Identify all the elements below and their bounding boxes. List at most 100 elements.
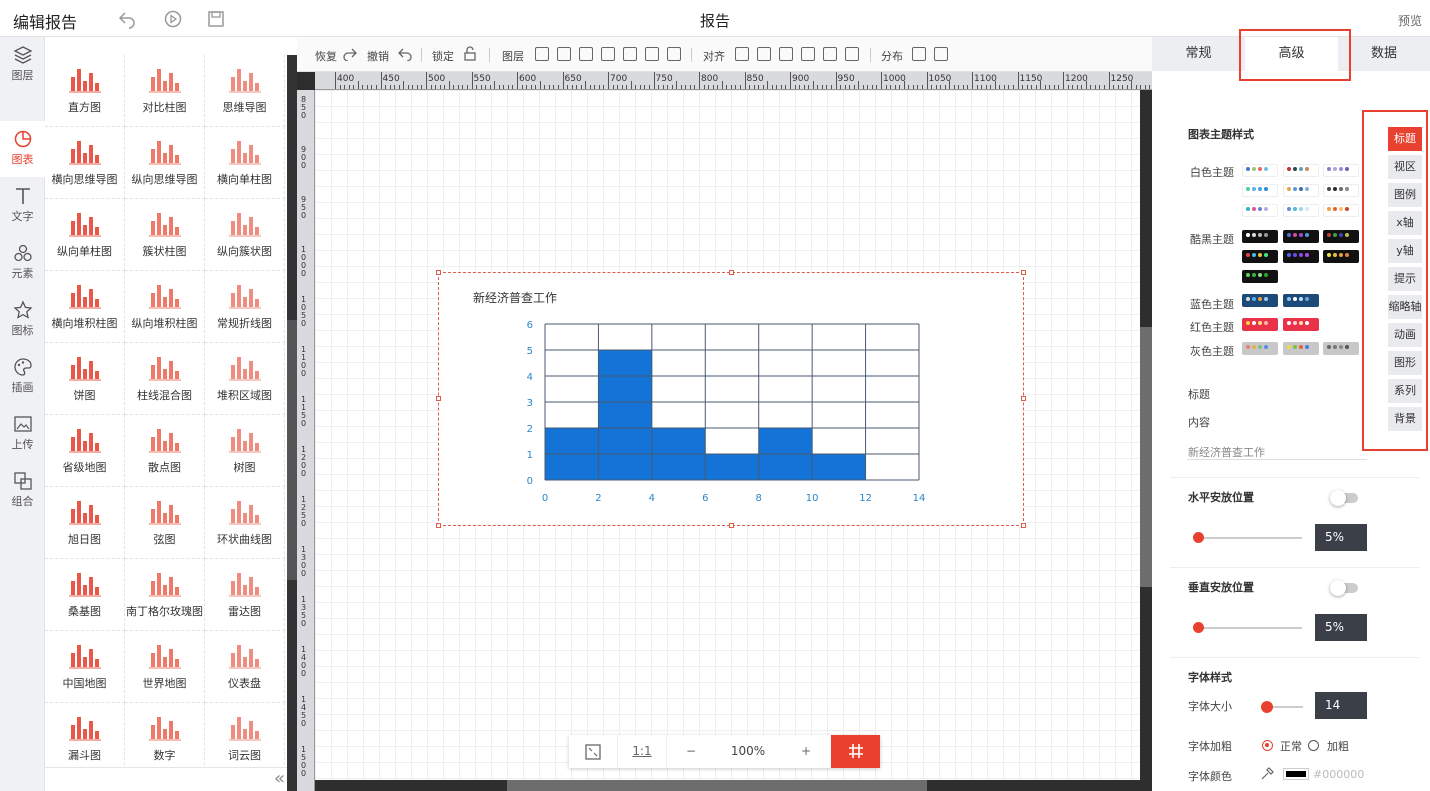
palette-item[interactable]: 中国地图: [45, 631, 125, 703]
theme-swatch[interactable]: [1283, 230, 1319, 243]
layer-top-icon[interactable]: [601, 47, 615, 61]
font-size-slider-knob[interactable]: [1261, 701, 1273, 713]
sub-tab[interactable]: 系列: [1388, 379, 1422, 403]
theme-swatch[interactable]: [1283, 204, 1319, 217]
palette-item[interactable]: 漏斗图: [45, 703, 125, 775]
resize-handle[interactable]: [1021, 396, 1026, 401]
weight-normal-radio[interactable]: [1262, 740, 1273, 751]
palette-item[interactable]: 纵向单柱图: [45, 199, 125, 271]
palette-item[interactable]: 省级地图: [45, 415, 125, 487]
v-position-toggle[interactable]: [1330, 580, 1358, 596]
theme-swatch[interactable]: [1283, 184, 1319, 197]
sub-tab[interactable]: 图例: [1388, 183, 1422, 207]
v-position-value[interactable]: 5%: [1315, 614, 1367, 641]
sub-tab[interactable]: x轴: [1388, 211, 1422, 235]
palette-item[interactable]: 世界地图: [125, 631, 205, 703]
eyedropper-icon[interactable]: [1260, 767, 1274, 781]
sub-tab[interactable]: 标题: [1388, 127, 1422, 151]
align-bottom-icon[interactable]: [845, 47, 859, 61]
weight-bold-radio[interactable]: [1308, 740, 1319, 751]
resize-handle[interactable]: [1021, 523, 1026, 528]
distribute-h-icon[interactable]: [912, 47, 926, 61]
palette-item[interactable]: 常规折线图: [205, 271, 285, 343]
undo-small-icon[interactable]: [398, 47, 412, 61]
align-right-icon[interactable]: [779, 47, 793, 61]
palette-item[interactable]: 弦图: [125, 487, 205, 559]
font-size-value[interactable]: 14: [1315, 692, 1367, 719]
theme-swatch[interactable]: [1242, 230, 1278, 243]
layer-group-icon[interactable]: [535, 47, 549, 61]
theme-swatch[interactable]: [1242, 270, 1278, 283]
sub-tab[interactable]: 视区: [1388, 155, 1422, 179]
resize-handle[interactable]: [1021, 270, 1026, 275]
align-middle-icon[interactable]: [823, 47, 837, 61]
resize-handle[interactable]: [436, 523, 441, 528]
actual-size-button[interactable]: 1:1: [618, 735, 667, 768]
nav-icons[interactable]: 图标: [0, 292, 45, 348]
h-position-slider[interactable]: [1198, 537, 1302, 539]
palette-item[interactable]: 横向堆积柱图: [45, 271, 125, 343]
palette-item[interactable]: 对比柱图: [125, 55, 205, 127]
theme-swatch[interactable]: [1323, 342, 1359, 355]
sub-tab[interactable]: 提示: [1388, 267, 1422, 291]
resize-handle[interactable]: [729, 270, 734, 275]
align-top-icon[interactable]: [801, 47, 815, 61]
theme-swatch[interactable]: [1323, 204, 1359, 217]
theme-swatch[interactable]: [1242, 204, 1278, 217]
resize-handle[interactable]: [729, 523, 734, 528]
zoom-out-button[interactable]: −: [667, 735, 715, 768]
nav-text[interactable]: 文字: [0, 178, 45, 234]
collapse-icon[interactable]: «: [274, 768, 285, 789]
theme-swatch[interactable]: [1283, 342, 1319, 355]
lock-icon[interactable]: [463, 46, 477, 61]
theme-swatch[interactable]: [1323, 164, 1359, 177]
tab-general[interactable]: 常规: [1152, 37, 1245, 71]
resize-handle[interactable]: [436, 270, 441, 275]
palette-item[interactable]: 簇状柱图: [125, 199, 205, 271]
palette-item[interactable]: 雷达图: [205, 559, 285, 631]
palette-item[interactable]: 直方图: [45, 55, 125, 127]
layer-up-icon[interactable]: [557, 47, 571, 61]
palette-scroll-thumb[interactable]: [287, 320, 297, 580]
resize-handle[interactable]: [436, 396, 441, 401]
h-position-value[interactable]: 5%: [1315, 524, 1367, 551]
nav-group[interactable]: 组合: [0, 463, 45, 519]
v-position-slider[interactable]: [1198, 627, 1302, 629]
selected-chart[interactable]: 新经济普查工作 0 1 2 3 4 5 6 0 2 4 6 8 10 12 14: [438, 272, 1024, 526]
zoom-in-button[interactable]: +: [781, 735, 831, 768]
theme-swatch[interactable]: [1283, 250, 1319, 263]
tab-data[interactable]: 数据: [1338, 37, 1430, 71]
palette-item[interactable]: 仪表盘: [205, 631, 285, 703]
theme-swatch[interactable]: [1323, 184, 1359, 197]
lock-button[interactable]: 锁定: [432, 48, 454, 64]
theme-swatch[interactable]: [1323, 230, 1359, 243]
theme-swatch[interactable]: [1283, 294, 1319, 307]
palette-item[interactable]: 柱线混合图: [125, 343, 205, 415]
redo-icon[interactable]: [343, 47, 357, 61]
theme-swatch[interactable]: [1242, 164, 1278, 177]
palette-item[interactable]: 旭日图: [45, 487, 125, 559]
play-icon[interactable]: [163, 9, 183, 29]
theme-swatch[interactable]: [1283, 164, 1319, 177]
sub-tab[interactable]: y轴: [1388, 239, 1422, 263]
palette-item[interactable]: 数字: [125, 703, 205, 775]
h-position-slider-knob[interactable]: [1193, 532, 1204, 543]
palette-item[interactable]: 南丁格尔玫瑰图: [125, 559, 205, 631]
font-color-swatch[interactable]: [1283, 768, 1309, 780]
theme-swatch[interactable]: [1242, 184, 1278, 197]
theme-swatch[interactable]: [1323, 250, 1359, 263]
nav-layers[interactable]: 图层: [0, 37, 45, 93]
undo-button[interactable]: 撤销: [367, 48, 389, 64]
copy-icon[interactable]: [667, 47, 681, 61]
nav-elements[interactable]: 元素: [0, 235, 45, 291]
theme-swatch[interactable]: [1242, 294, 1278, 307]
palette-item[interactable]: 堆积区域图: [205, 343, 285, 415]
palette-item[interactable]: 横向单柱图: [205, 127, 285, 199]
sub-tab[interactable]: 背景: [1388, 407, 1422, 431]
grid-toggle-button[interactable]: [831, 735, 880, 768]
sub-tab[interactable]: 图形: [1388, 351, 1422, 375]
canvas-vscroll-thumb[interactable]: [1140, 327, 1152, 587]
palette-item[interactable]: 桑基图: [45, 559, 125, 631]
sub-tab[interactable]: 缩略轴: [1388, 295, 1422, 319]
sub-tab[interactable]: 动画: [1388, 323, 1422, 347]
